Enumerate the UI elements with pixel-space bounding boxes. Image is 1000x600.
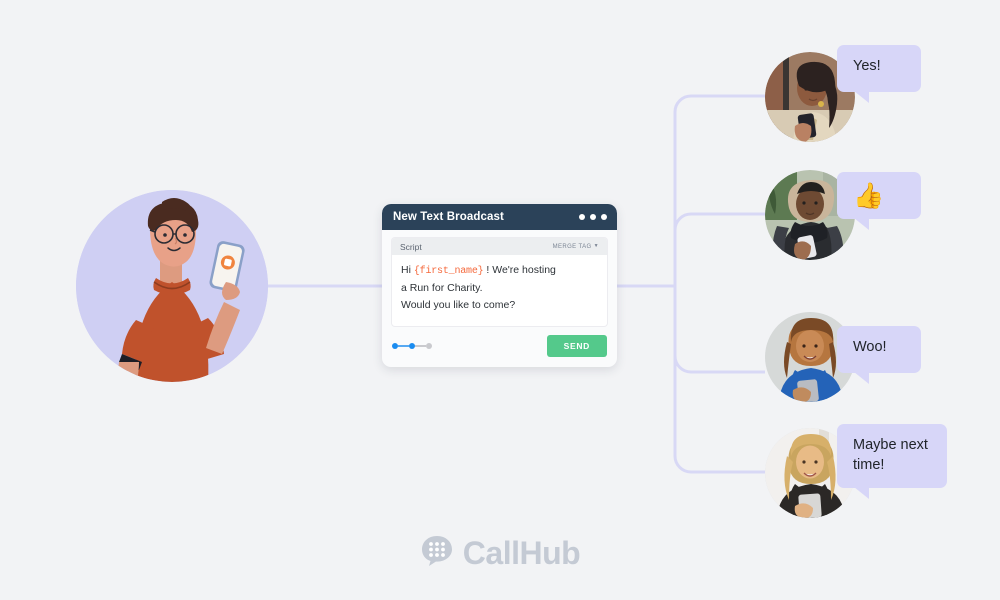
card-body: Script MERGE TAG ▼ Hi {first_name} ! We'… (382, 230, 617, 326)
reply-bubble-4: Maybe next time! (837, 424, 947, 499)
reply-bubble-2: 👍 (837, 172, 921, 230)
script-label: Script (400, 241, 422, 252)
script-line1-prefix: Hi (401, 264, 414, 276)
script-line2: a Run for Charity. (401, 282, 483, 294)
script-editor[interactable]: Script MERGE TAG ▼ Hi {first_name} ! We'… (392, 238, 607, 326)
reply-text-1: Yes! (853, 58, 881, 74)
step-progress-indicator[interactable] (392, 343, 432, 349)
chevron-down-icon: ▼ (593, 243, 599, 249)
reply-text-4: Maybe next time! (853, 437, 928, 473)
script-toolbar: Script MERGE TAG ▼ (392, 238, 607, 255)
reply-text-3: Woo! (853, 339, 887, 355)
merge-token-first-name: {first_name} (413, 266, 484, 277)
step-line-1 (398, 345, 409, 347)
script-line3: Would you like to come? (401, 299, 516, 311)
script-line1-suffix: ! We're hosting (483, 264, 556, 276)
card-footer: SEND (382, 326, 617, 367)
illustration-canvas: New Text Broadcast Script MERGE TAG ▼ Hi… (0, 0, 1000, 600)
script-message-text[interactable]: Hi {first_name} ! We're hosting a Run fo… (392, 255, 607, 326)
window-dot-2[interactable] (590, 214, 596, 220)
thumbs-up-icon: 👍 (853, 182, 885, 210)
merge-tag-dropdown[interactable]: MERGE TAG ▼ (553, 244, 599, 250)
window-dot-3[interactable] (601, 214, 607, 220)
window-dot-1[interactable] (579, 214, 585, 220)
new-text-broadcast-card[interactable]: New Text Broadcast Script MERGE TAG ▼ Hi… (382, 204, 617, 367)
callhub-dialpad-bubble-logo (420, 534, 454, 573)
reply-bubble-1: Yes! (837, 45, 921, 103)
reply-bubble-3: Woo! (837, 326, 921, 384)
brand-name: CallHub (462, 535, 581, 571)
step-dot-3[interactable] (426, 343, 432, 349)
step-line-2 (415, 345, 426, 347)
card-title: New Text Broadcast (393, 211, 504, 223)
card-title-bar: New Text Broadcast (382, 204, 617, 230)
brand-footer: CallHub (0, 534, 1000, 573)
send-button[interactable]: SEND (546, 335, 607, 357)
merge-tag-label: MERGE TAG (552, 243, 592, 250)
sender-avatar-illustration (76, 190, 268, 382)
window-controls[interactable] (579, 214, 607, 220)
